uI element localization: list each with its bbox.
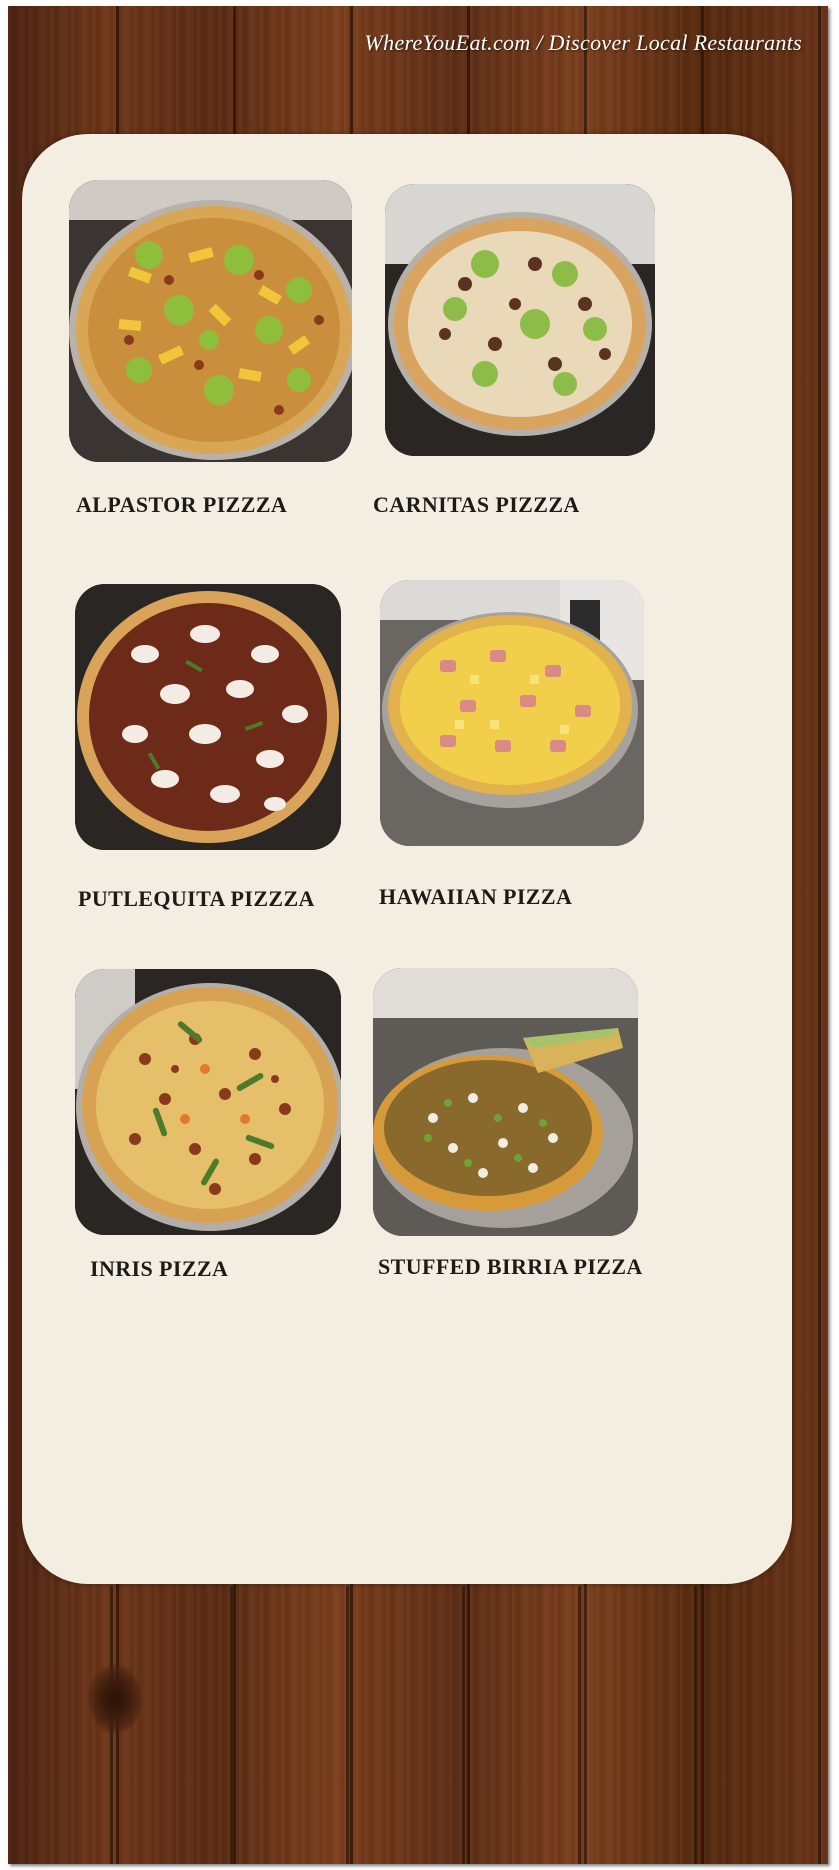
menu-item-name: ALPASTOR PIZZZA [76, 492, 288, 517]
wood-plank-seam [694, 1586, 697, 1864]
pizza-hawaiian-photo [380, 580, 644, 846]
pizza-stuffed-birria-photo [373, 968, 638, 1236]
wood-plank-seam [462, 1586, 465, 1864]
wood-knot [88, 1664, 142, 1734]
pizza-carnitas-photo [385, 184, 655, 456]
pizza-stuffed-birria-icon [373, 968, 638, 1236]
pizza-putlequita-photo [75, 584, 341, 850]
pizza-inris-icon [75, 969, 341, 1235]
menu-item-name: CARNITAS PIZZZA [373, 492, 580, 517]
wood-plank-seam [578, 1586, 581, 1864]
wood-plank-seam [346, 1586, 349, 1864]
pizza-inris-photo [75, 969, 341, 1235]
menu-item-name: HAWAIIAN PIZZA [379, 884, 573, 909]
menu-item-name: INRIS PIZZA [90, 1256, 229, 1281]
pizza-alpastor-icon [69, 180, 352, 462]
menu-item-name: STUFFED BIRRIA PIZZA [378, 1254, 643, 1279]
pizza-hawaiian-icon [380, 580, 644, 846]
pizza-alpastor-photo [69, 180, 352, 462]
menu-item-name: PUTLEQUITA PIZZZA [78, 886, 315, 911]
site-credit: WhereYouEat.com / Discover Local Restaur… [364, 30, 802, 55]
wood-plank-seam [230, 1586, 233, 1864]
pizza-putlequita-icon [75, 584, 341, 850]
menu-card: ALPASTOR PIZZZA CARNITAS PIZZZA PUTLEQUI… [22, 134, 792, 1584]
pizza-carnitas-icon [385, 184, 655, 456]
menu-page: WhereYouEat.com / Discover Local Restaur… [8, 6, 828, 1864]
